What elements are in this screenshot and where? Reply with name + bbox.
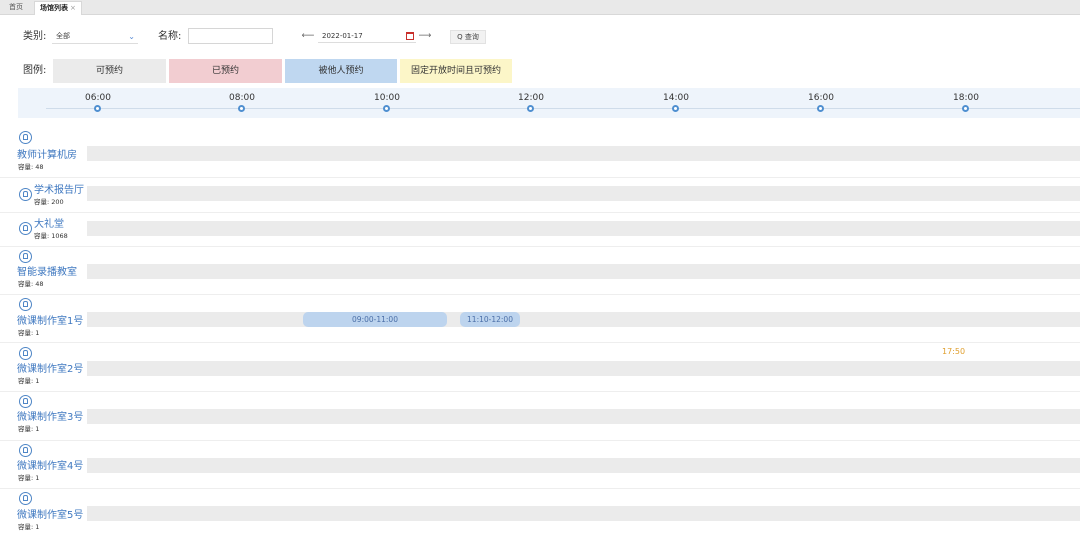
legend-available: 可预约 bbox=[53, 59, 166, 83]
room-timeline-row[interactable] bbox=[87, 186, 1080, 201]
room-name[interactable]: 教师计算机房 bbox=[17, 150, 77, 162]
room-icon bbox=[19, 395, 32, 408]
room-icon bbox=[19, 222, 32, 235]
close-icon[interactable]: × bbox=[70, 4, 76, 12]
prev-day-button[interactable]: ⟵ bbox=[301, 30, 315, 42]
tab-home-label: 首页 bbox=[9, 3, 23, 11]
legend-reserved: 已预约 bbox=[169, 59, 282, 83]
tab-home[interactable]: 首页 bbox=[4, 1, 28, 14]
legend-reserved-by-others: 被他人预约 bbox=[285, 59, 397, 83]
search-button[interactable]: Q 查询 bbox=[450, 30, 486, 44]
tab-venue-list[interactable]: 场馆列表 × bbox=[34, 1, 82, 15]
room-name[interactable]: 学术报告厅 bbox=[34, 185, 84, 197]
room-icon bbox=[19, 347, 32, 360]
time-tick: 10:00 bbox=[374, 93, 400, 103]
room-capacity: 容量: 1 bbox=[18, 329, 40, 337]
time-tick: 06:00 bbox=[85, 93, 111, 103]
row-divider bbox=[0, 177, 1080, 178]
room-timeline-row[interactable] bbox=[87, 506, 1080, 521]
row-divider bbox=[0, 391, 1080, 392]
room-timeline-row[interactable] bbox=[87, 409, 1080, 424]
category-select[interactable]: 全部 ⌄ bbox=[52, 29, 138, 44]
chevron-down-icon: ⌄ bbox=[128, 32, 135, 41]
calendar-icon[interactable] bbox=[406, 32, 414, 40]
room-name[interactable]: 微课制作室2号 bbox=[17, 364, 83, 376]
room-name[interactable]: 智能录播教室 bbox=[17, 267, 77, 279]
time-dot bbox=[817, 105, 824, 112]
time-dot bbox=[94, 105, 101, 112]
room-icon bbox=[19, 250, 32, 263]
room-timeline-row[interactable] bbox=[87, 221, 1080, 236]
room-icon bbox=[19, 188, 32, 201]
room-icon bbox=[19, 444, 32, 457]
time-dot bbox=[527, 105, 534, 112]
room-timeline-row[interactable] bbox=[87, 312, 1080, 327]
time-dot bbox=[238, 105, 245, 112]
room-name[interactable]: 微课制作室4号 bbox=[17, 461, 83, 473]
time-tick: 12:00 bbox=[518, 93, 544, 103]
row-divider bbox=[0, 488, 1080, 489]
current-time-marker: 17:50 bbox=[942, 347, 966, 356]
room-timeline-row[interactable] bbox=[87, 146, 1080, 161]
room-capacity: 容量: 200 bbox=[34, 198, 64, 206]
time-dot bbox=[962, 105, 969, 112]
time-dot bbox=[383, 105, 390, 112]
room-capacity: 容量: 48 bbox=[18, 280, 44, 288]
date-picker[interactable]: 2022-01-17 bbox=[318, 30, 416, 43]
room-name[interactable]: 大礼堂 bbox=[34, 219, 64, 231]
room-timeline-row[interactable] bbox=[87, 458, 1080, 473]
room-capacity: 容量: 1068 bbox=[34, 232, 68, 240]
tab-bar: 首页 场馆列表 × bbox=[0, 0, 1080, 15]
room-capacity: 容量: 1 bbox=[18, 377, 40, 385]
row-divider bbox=[0, 294, 1080, 295]
legend-label: 图例: bbox=[23, 65, 47, 76]
room-timeline-row[interactable] bbox=[87, 361, 1080, 376]
room-name[interactable]: 微课制作室5号 bbox=[17, 510, 83, 522]
time-tick: 16:00 bbox=[808, 93, 834, 103]
date-value: 2022-01-17 bbox=[322, 32, 363, 40]
booking-block[interactable]: 11:10-12:00 bbox=[460, 312, 520, 327]
room-capacity: 容量: 1 bbox=[18, 523, 40, 531]
room-capacity: 容量: 1 bbox=[18, 425, 40, 433]
tab-venue-list-label: 场馆列表 bbox=[40, 4, 68, 12]
time-dot bbox=[672, 105, 679, 112]
legend-fixed-open-time: 固定开放时间且可预约 bbox=[400, 59, 512, 83]
name-label: 名称: bbox=[158, 31, 182, 42]
name-input[interactable] bbox=[188, 28, 273, 44]
room-name[interactable]: 微课制作室3号 bbox=[17, 412, 83, 424]
timeline-header: 06:00 08:00 10:00 12:00 14:00 16:00 18:0… bbox=[18, 88, 1080, 118]
booking-block[interactable]: 09:00-11:00 bbox=[303, 312, 447, 327]
category-select-value: 全部 bbox=[56, 32, 70, 40]
time-tick: 08:00 bbox=[229, 93, 255, 103]
row-divider bbox=[0, 246, 1080, 247]
room-capacity: 容量: 48 bbox=[18, 163, 44, 171]
row-divider bbox=[0, 440, 1080, 441]
row-divider bbox=[0, 342, 1080, 343]
timeline-axis bbox=[46, 108, 1080, 109]
next-day-button[interactable]: ⟶ bbox=[418, 30, 432, 42]
room-name[interactable]: 微课制作室1号 bbox=[17, 316, 83, 328]
row-divider bbox=[0, 212, 1080, 213]
room-capacity: 容量: 1 bbox=[18, 474, 40, 482]
category-label: 类别: bbox=[23, 31, 47, 42]
room-icon bbox=[19, 298, 32, 311]
room-icon bbox=[19, 492, 32, 505]
room-timeline-row[interactable] bbox=[87, 264, 1080, 279]
time-tick: 18:00 bbox=[953, 93, 979, 103]
time-tick: 14:00 bbox=[663, 93, 689, 103]
room-icon bbox=[19, 131, 32, 144]
